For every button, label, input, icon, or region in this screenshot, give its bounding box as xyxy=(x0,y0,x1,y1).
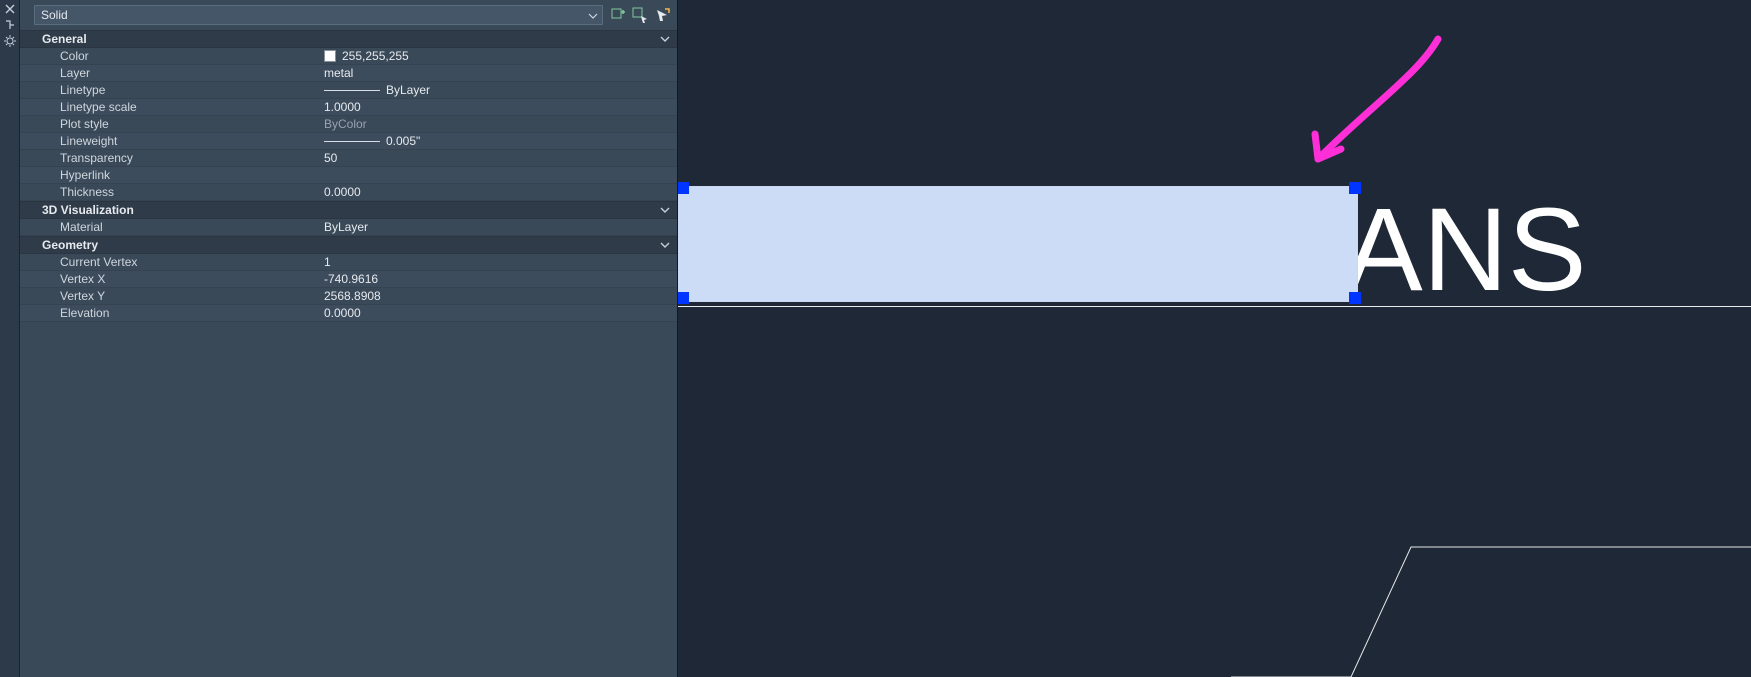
canvas-polyline xyxy=(1231,537,1751,677)
prop-color[interactable]: Color 255,255,255 xyxy=(20,48,677,65)
grip-handle[interactable] xyxy=(678,292,689,304)
canvas-text: ANS xyxy=(1344,182,1587,318)
prop-lineweight[interactable]: Lineweight 0.005" xyxy=(20,133,677,150)
section-general-title: General xyxy=(42,32,87,46)
prop-value-text: -740.9616 xyxy=(324,272,378,286)
pin-icon[interactable] xyxy=(2,18,18,32)
prop-value[interactable]: 0.005" xyxy=(320,134,677,148)
prop-vertex-y[interactable]: Vertex Y 2568.8908 xyxy=(20,288,677,305)
prop-value-text: ByLayer xyxy=(386,83,430,97)
object-type-dropdown[interactable]: Solid xyxy=(34,5,603,25)
prop-value[interactable]: 255,255,255 xyxy=(320,49,677,63)
section-geometry-title: Geometry xyxy=(42,238,98,252)
section-geometry[interactable]: Geometry xyxy=(20,236,677,254)
prop-vertex-x[interactable]: Vertex X -740.9616 xyxy=(20,271,677,288)
properties-header: Solid xyxy=(20,0,677,30)
section-3dvis-title: 3D Visualization xyxy=(42,203,134,217)
section-3d-visualization[interactable]: 3D Visualization xyxy=(20,201,677,219)
prop-current-vertex[interactable]: Current Vertex 1 xyxy=(20,254,677,271)
select-objects-icon[interactable] xyxy=(631,6,649,24)
color-swatch-icon xyxy=(324,50,336,62)
general-rows: Color 255,255,255 Layer metal Linetype B… xyxy=(20,48,677,201)
prop-value[interactable]: 0.0000 xyxy=(320,185,677,199)
prop-value: ByColor xyxy=(320,117,677,131)
linetype-preview-icon xyxy=(324,90,380,91)
grip-handle[interactable] xyxy=(1349,292,1361,304)
prop-value-text: 2568.8908 xyxy=(324,289,381,303)
geometry-rows: Current Vertex 1 Vertex X -740.9616 Vert… xyxy=(20,254,677,322)
chevron-down-icon xyxy=(588,10,598,24)
prop-label: Color xyxy=(20,49,320,63)
lineweight-preview-icon xyxy=(324,141,380,142)
prop-value-text: metal xyxy=(324,66,353,80)
prop-label: Thickness xyxy=(20,185,320,199)
app-root: Solid General xyxy=(0,0,1751,677)
prop-thickness[interactable]: Thickness 0.0000 xyxy=(20,184,677,201)
prop-value-text: 255,255,255 xyxy=(342,49,409,63)
chevron-down-icon xyxy=(659,33,671,48)
selected-solid[interactable] xyxy=(678,186,1358,302)
object-type-label: Solid xyxy=(41,8,68,22)
prop-linetype-scale[interactable]: Linetype scale 1.0000 xyxy=(20,99,677,116)
section-general[interactable]: General xyxy=(20,30,677,48)
drawing-canvas[interactable]: ANS xyxy=(678,0,1751,677)
chevron-down-icon xyxy=(659,204,671,219)
prop-hyperlink[interactable]: Hyperlink xyxy=(20,167,677,184)
prop-elevation[interactable]: Elevation 0.0000 xyxy=(20,305,677,322)
prop-value-text: 0.0000 xyxy=(324,306,361,320)
prop-label: Material xyxy=(20,220,320,234)
prop-value-text: 0.0000 xyxy=(324,185,361,199)
prop-linetype[interactable]: Linetype ByLayer xyxy=(20,82,677,99)
prop-label: Current Vertex xyxy=(20,255,320,269)
prop-label: Linetype scale xyxy=(20,100,320,114)
properties-panel: Solid General xyxy=(20,0,678,677)
prop-value-text: 50 xyxy=(324,151,337,165)
prop-value-text: 1 xyxy=(324,255,331,269)
3dvis-rows: Material ByLayer xyxy=(20,219,677,236)
annotation-arrow-icon xyxy=(1303,34,1443,174)
properties-toolbar xyxy=(609,6,671,24)
prop-material[interactable]: Material ByLayer xyxy=(20,219,677,236)
prop-layer[interactable]: Layer metal xyxy=(20,65,677,82)
prop-label: Plot style xyxy=(20,117,320,131)
prop-label: Vertex X xyxy=(20,272,320,286)
prop-value[interactable]: -740.9616 xyxy=(320,272,677,286)
prop-value[interactable]: 1.0000 xyxy=(320,100,677,114)
prop-value-text: 0.005" xyxy=(386,134,420,148)
grip-handle[interactable] xyxy=(678,182,689,194)
prop-value[interactable]: 1 xyxy=(320,255,677,269)
prop-label: Lineweight xyxy=(20,134,320,148)
prop-value[interactable]: metal xyxy=(320,66,677,80)
toggle-pickadd-icon[interactable] xyxy=(609,6,627,24)
prop-value-text: 1.0000 xyxy=(324,100,361,114)
prop-transparency[interactable]: Transparency 50 xyxy=(20,150,677,167)
prop-value[interactable]: ByLayer xyxy=(320,83,677,97)
gear-icon[interactable] xyxy=(2,34,18,48)
prop-label: Elevation xyxy=(20,306,320,320)
prop-label: Hyperlink xyxy=(20,168,320,182)
quick-select-icon[interactable] xyxy=(653,6,671,24)
prop-label: Linetype xyxy=(20,83,320,97)
prop-value[interactable]: 2568.8908 xyxy=(320,289,677,303)
canvas-line xyxy=(678,306,1751,307)
prop-label: Transparency xyxy=(20,151,320,165)
panel-iconstrip xyxy=(0,0,20,677)
prop-value-text: ByColor xyxy=(324,117,367,131)
prop-value[interactable]: 0.0000 xyxy=(320,306,677,320)
prop-value-text: ByLayer xyxy=(324,220,368,234)
close-icon[interactable] xyxy=(2,2,18,16)
prop-value[interactable]: ByLayer xyxy=(320,220,677,234)
prop-label: Vertex Y xyxy=(20,289,320,303)
prop-plot-style[interactable]: Plot style ByColor xyxy=(20,116,677,133)
chevron-down-icon xyxy=(659,239,671,254)
prop-value[interactable]: 50 xyxy=(320,151,677,165)
prop-label: Layer xyxy=(20,66,320,80)
grip-handle[interactable] xyxy=(1349,182,1361,194)
